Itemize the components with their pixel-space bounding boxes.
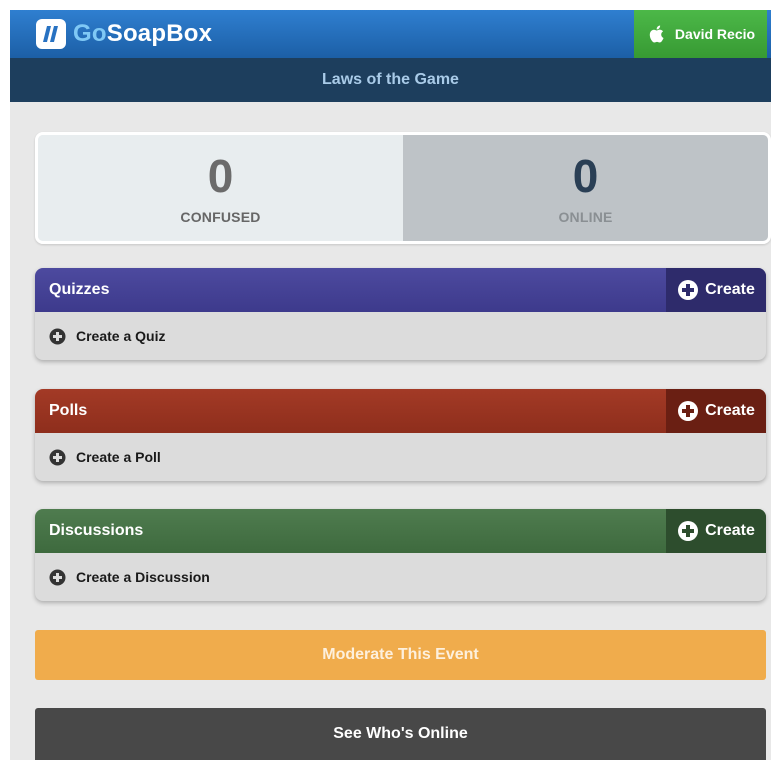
user-menu-button[interactable]: David Recio bbox=[634, 10, 767, 58]
quizzes-title: Quizzes bbox=[49, 281, 110, 298]
discussions-title: Discussions bbox=[49, 522, 144, 539]
plus-circle-icon bbox=[49, 569, 66, 585]
moderate-event-label: Moderate This Event bbox=[322, 646, 479, 663]
apple-icon bbox=[649, 25, 664, 43]
create-a-discussion-item[interactable]: Create a Discussion bbox=[35, 553, 766, 601]
create-discussion-button[interactable]: Create bbox=[666, 509, 766, 553]
create-label: Create bbox=[705, 402, 755, 419]
gosoapbox-logo-icon bbox=[36, 19, 66, 49]
stats-panel: 0 CONFUSED 0 ONLINE bbox=[35, 132, 771, 244]
online-count: 0 bbox=[572, 150, 599, 202]
event-title: Laws of the Game bbox=[322, 71, 459, 88]
confused-label: CONFUSED bbox=[180, 209, 261, 225]
online-label: ONLINE bbox=[558, 209, 613, 225]
plus-circle-icon bbox=[49, 449, 66, 465]
polls-title: Polls bbox=[49, 402, 88, 419]
discussions-section: Discussions Create Create a Discussion bbox=[35, 509, 766, 601]
quizzes-section: Quizzes Create Create a Quiz bbox=[35, 268, 766, 360]
create-a-discussion-label: Create a Discussion bbox=[76, 569, 210, 585]
online-stat[interactable]: 0 ONLINE bbox=[403, 135, 768, 241]
plus-circle-icon bbox=[678, 401, 699, 421]
plus-circle-icon bbox=[678, 280, 699, 300]
polls-section: Polls Create Create a Poll bbox=[35, 389, 766, 481]
create-a-poll-label: Create a Poll bbox=[76, 449, 161, 465]
plus-circle-icon bbox=[49, 328, 66, 344]
create-a-poll-item[interactable]: Create a Poll bbox=[35, 433, 766, 481]
see-whos-online-label: See Who's Online bbox=[333, 725, 468, 742]
create-label: Create bbox=[705, 522, 755, 539]
quizzes-header: Quizzes Create bbox=[35, 268, 766, 312]
create-poll-button[interactable]: Create bbox=[666, 389, 766, 433]
plus-circle-icon bbox=[678, 521, 699, 541]
polls-header: Polls Create bbox=[35, 389, 766, 433]
top-bar: GoSoapBox David Recio bbox=[10, 10, 771, 58]
logo[interactable]: GoSoapBox bbox=[36, 18, 212, 50]
create-a-quiz-item[interactable]: Create a Quiz bbox=[35, 312, 766, 360]
user-name: David Recio bbox=[674, 26, 756, 42]
create-label: Create bbox=[705, 281, 755, 298]
create-a-quiz-label: Create a Quiz bbox=[76, 328, 166, 344]
create-quiz-button[interactable]: Create bbox=[666, 268, 766, 312]
see-whos-online-button[interactable]: See Who's Online bbox=[35, 708, 766, 760]
app-window: GoSoapBox David Recio Laws of the Game 0… bbox=[10, 10, 771, 760]
confused-count: 0 bbox=[207, 150, 234, 202]
brand-name-prefix: Go bbox=[73, 20, 107, 47]
confused-stat[interactable]: 0 CONFUSED bbox=[38, 135, 403, 241]
brand-name: GoSoapBox bbox=[73, 19, 212, 49]
discussions-header: Discussions Create bbox=[35, 509, 766, 553]
event-header: Laws of the Game bbox=[10, 58, 771, 102]
moderate-event-button[interactable]: Moderate This Event bbox=[35, 630, 766, 680]
brand-name-suffix: SoapBox bbox=[106, 20, 213, 47]
